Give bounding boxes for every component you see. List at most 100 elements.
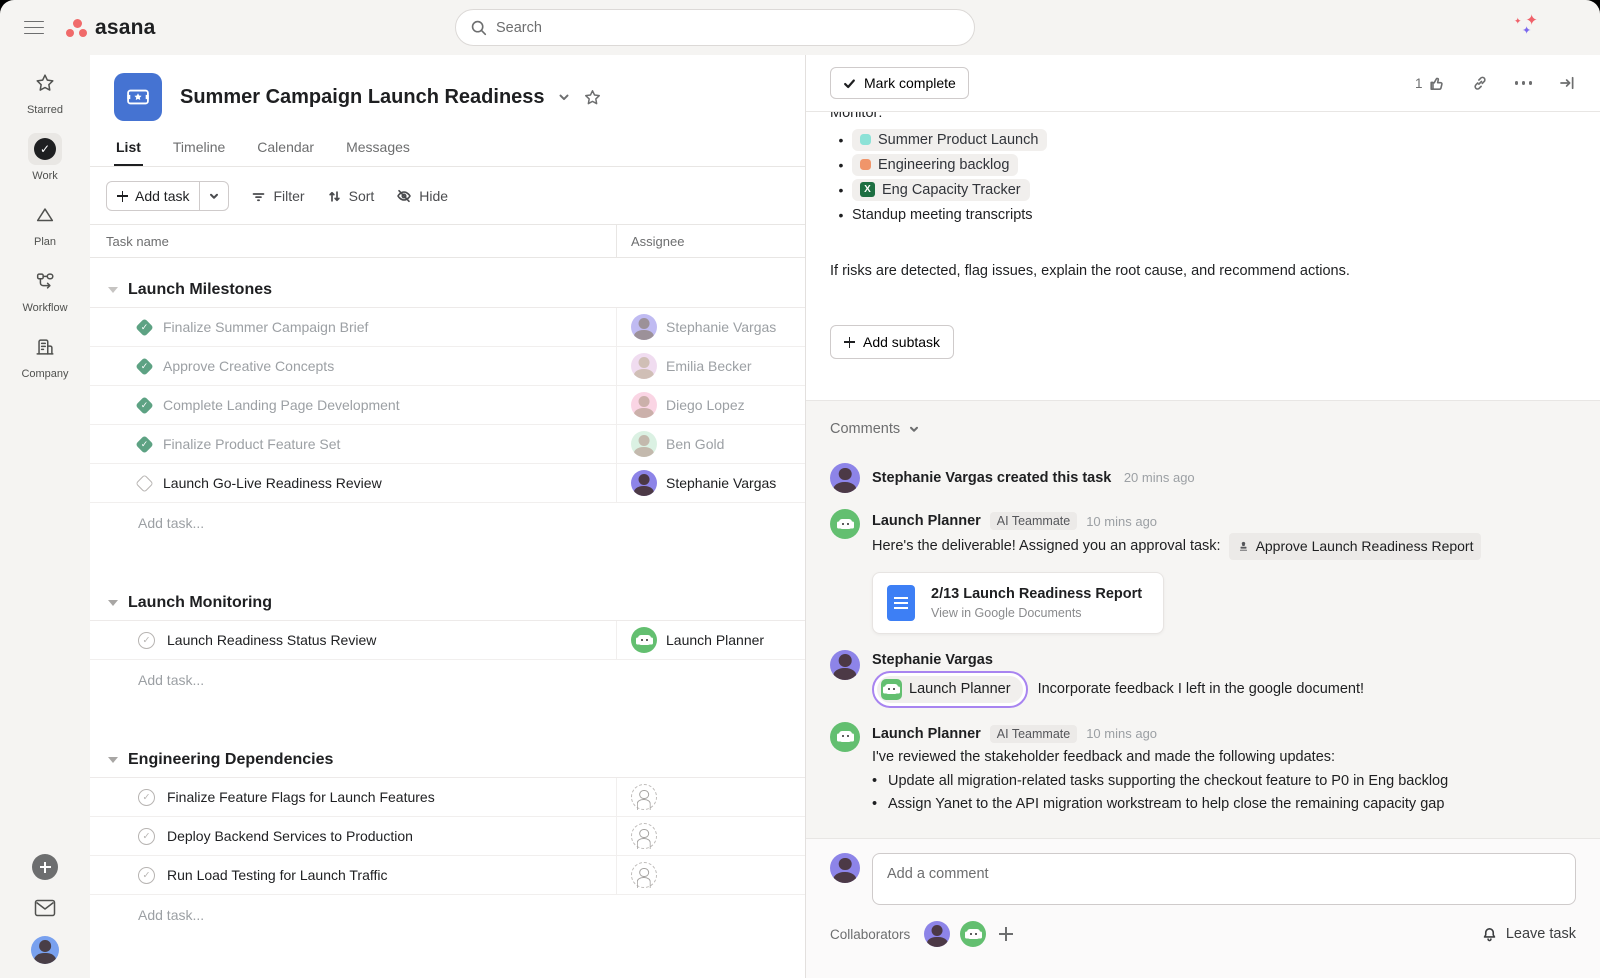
milestone-complete-icon[interactable] [135,357,153,375]
sort-button[interactable]: Sort [327,188,375,204]
column-assignee[interactable]: Assignee [617,225,805,257]
asana-logo-text: asana [95,16,156,40]
collapse-panel-icon[interactable] [1558,74,1576,92]
asana-logo-icon [66,18,88,38]
column-task-name[interactable]: Task name [90,225,617,257]
project-chip[interactable]: Summer Product Launch [852,129,1047,151]
inbox-mail-icon[interactable] [33,898,57,918]
unassigned-avatar-icon[interactable] [631,862,657,888]
add-task-row[interactable]: Add task... [90,503,805,543]
favorite-star-icon[interactable] [583,88,602,107]
tab-calendar[interactable]: Calendar [255,135,316,166]
task-check-icon[interactable] [138,828,155,845]
avatar[interactable] [830,463,860,493]
sidebar-item-company[interactable]: Company [9,331,81,380]
table-row[interactable]: Launch Readiness Status Review Launch Pl… [90,621,805,660]
create-button[interactable] [32,854,58,880]
search-icon [470,19,487,36]
mark-complete-button[interactable]: Mark complete [830,67,969,99]
table-row[interactable]: Run Load Testing for Launch Traffic [90,856,805,895]
milestone-complete-icon[interactable] [135,396,153,414]
leave-task-button[interactable]: Leave task [1481,926,1576,943]
task-description[interactable]: Monitor: Summer Product Launch Engineeri… [806,112,1600,400]
approval-task-chip[interactable]: Approve Launch Readiness Report [1229,533,1482,560]
sidebar-item-plan[interactable]: Plan [9,199,81,248]
caret-down-icon[interactable] [108,600,118,606]
task-check-icon[interactable] [138,632,155,649]
milestone-complete-icon[interactable] [135,318,153,336]
add-task-row[interactable]: Add task... [90,895,805,935]
mark-complete-label: Mark complete [864,75,956,91]
table-row[interactable]: Launch Go-Live Readiness Review Stephani… [90,464,805,503]
assignee-name: Stephanie Vargas [666,475,776,491]
tab-list[interactable]: List [114,135,143,166]
hide-button[interactable]: Hide [396,188,448,204]
chevron-down-icon[interactable] [557,90,571,104]
page-title: Summer Campaign Launch Readiness [180,86,545,109]
more-options-icon[interactable] [1515,81,1533,85]
list-item-text: Standup meeting transcripts [852,207,1033,223]
section-launch-monitoring[interactable]: Launch Monitoring [90,571,805,621]
collaborator-avatar[interactable] [924,921,950,947]
plus-icon [844,337,855,348]
assignee-name: Launch Planner [666,632,764,648]
attachment-subtitle[interactable]: View in Google Documents [931,606,1142,620]
sidebar-item-workflow[interactable]: Workflow [9,265,81,314]
ai-teammate-avatar[interactable] [830,722,860,752]
section-engineering-dependencies[interactable]: Engineering Dependencies [90,728,805,778]
list-item: Engineering backlog [830,152,1576,177]
left-rail: Starred ✓ Work Plan Workflow Company [0,55,90,978]
sidebar-toggle-icon[interactable] [24,21,44,35]
tab-timeline[interactable]: Timeline [171,135,227,166]
ai-sparkles-icon[interactable]: ✦✦✦ [1514,15,1538,39]
add-subtask-button[interactable]: Add subtask [830,325,954,359]
section-product-marketing[interactable]: Product & Marketing Launch Work [90,963,805,978]
check-icon [843,77,856,90]
project-icon[interactable] [114,73,162,121]
table-row[interactable]: Finalize Feature Flags for Launch Featur… [90,778,805,817]
milestone-open-icon[interactable] [135,474,153,492]
comments-header[interactable]: Comments [830,421,1576,437]
ai-teammate-avatar[interactable] [830,509,860,539]
comment-author: Launch Planner [872,513,981,529]
link-icon[interactable] [1471,74,1489,92]
table-row[interactable]: Finalize Product Feature Set Ben Gold [90,425,805,464]
mention-chip[interactable]: Launch Planner [872,671,1028,708]
add-task-dropdown[interactable] [199,182,228,210]
sidebar-item-work[interactable]: ✓ Work [9,133,81,182]
description-paragraph: If risks are detected, flag issues, expl… [830,263,1576,279]
table-row[interactable]: Approve Creative Concepts Emilia Becker [90,347,805,386]
add-collaborator-button[interactable] [996,924,1016,944]
sidebar-item-starred[interactable]: Starred [9,67,81,116]
caret-down-icon[interactable] [108,757,118,763]
comment-author: Stephanie Vargas created this task [872,470,1111,486]
milestone-complete-icon[interactable] [135,435,153,453]
tab-messages[interactable]: Messages [344,135,412,166]
collaborator-ai-avatar[interactable] [960,921,986,947]
like-button[interactable]: 1 [1415,75,1445,92]
section-launch-milestones[interactable]: Launch Milestones [90,258,805,308]
spreadsheet-chip[interactable]: Eng Capacity Tracker [852,179,1030,201]
project-chip[interactable]: Engineering backlog [852,154,1018,176]
unassigned-avatar-icon[interactable] [631,823,657,849]
comment-input[interactable]: Add a comment [872,853,1576,905]
search-input[interactable]: Search [455,9,975,46]
attachment-card[interactable]: 2/13 Launch Readiness Report View in Goo… [872,572,1164,634]
asana-logo[interactable]: asana [66,16,156,40]
caret-down-icon[interactable] [108,287,118,293]
comments-section: Comments Stephanie Vargas created this t… [806,400,1600,838]
table-row[interactable]: Deploy Backend Services to Production [90,817,805,856]
table-row[interactable]: Finalize Summer Campaign Brief Stephanie… [90,308,805,347]
user-avatar[interactable] [31,936,59,964]
table-row[interactable]: Complete Landing Page Development Diego … [90,386,805,425]
comment-time: 10 mins ago [1086,726,1157,741]
unassigned-avatar-icon[interactable] [631,784,657,810]
filter-button[interactable]: Filter [251,188,304,204]
add-task-row[interactable]: Add task... [90,660,805,700]
sidebar-label: Work [32,170,57,182]
task-check-icon[interactable] [138,789,155,806]
add-task-button[interactable]: Add task [106,181,229,211]
avatar[interactable] [830,650,860,680]
task-check-icon[interactable] [138,867,155,884]
project-color-swatch [860,159,871,170]
